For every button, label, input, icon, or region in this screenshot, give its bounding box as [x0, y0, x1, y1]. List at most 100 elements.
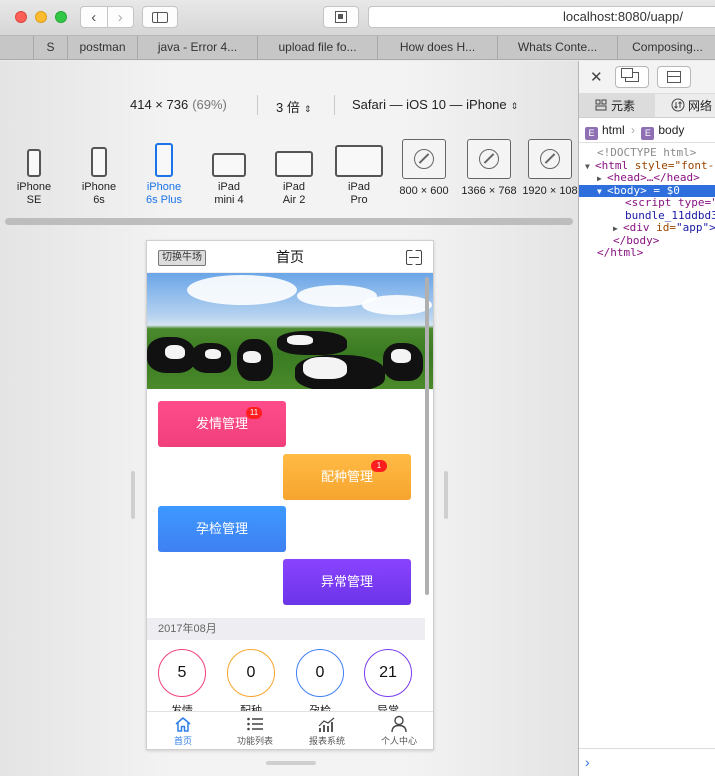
- back-button[interactable]: ‹: [81, 7, 107, 27]
- forward-button[interactable]: ›: [106, 7, 134, 27]
- resize-handle-bottom[interactable]: [266, 761, 316, 765]
- device-name: iPhone: [146, 181, 182, 193]
- breadcrumb-html[interactable]: html: [602, 123, 625, 137]
- module-label: 孕检管理: [195, 521, 248, 536]
- element-badge-icon: E: [641, 127, 655, 140]
- cow-patch: [287, 335, 313, 345]
- viewport-size-text: 414 × 736: [130, 97, 189, 112]
- browser-tab[interactable]: [0, 36, 34, 59]
- chevron-updown-icon: ⇕: [510, 101, 519, 111]
- responsive-icon: [335, 11, 347, 23]
- cow-patch: [205, 349, 221, 359]
- tablet-icon: [275, 151, 313, 177]
- scan-icon[interactable]: [406, 250, 422, 265]
- device-preset[interactable]: iPad mini 4: [199, 141, 259, 207]
- tab-elements[interactable]: 元素: [579, 94, 655, 117]
- device-preset[interactable]: 1366 × 768: [459, 139, 519, 198]
- device-preset[interactable]: 1920 × 108: [520, 139, 580, 198]
- banner-image: [147, 273, 433, 389]
- device-preset[interactable]: iPad Air 2: [264, 141, 324, 207]
- div-val: "app">: [676, 221, 715, 234]
- stat-circle-abnormal[interactable]: 21: [364, 649, 412, 697]
- compass-icon: [402, 139, 446, 179]
- page-scrollbar[interactable]: [425, 277, 429, 595]
- browser-tab[interactable]: Whats Conte...: [498, 36, 618, 59]
- html-tag: <html: [595, 158, 629, 172]
- browser-tab[interactable]: java - Error 4...: [138, 36, 258, 59]
- device-name: iPad: [217, 181, 241, 193]
- user-icon: [363, 714, 433, 734]
- horizontal-scrollbar[interactable]: [5, 218, 573, 225]
- device-model: 6s: [93, 194, 105, 206]
- nav-function-list[interactable]: 功能列表: [219, 712, 291, 749]
- console-prompt[interactable]: ›: [579, 748, 715, 776]
- nav-profile[interactable]: 个人中心: [363, 712, 433, 749]
- device-preset[interactable]: iPhone SE: [4, 141, 64, 207]
- abnormal-management-button[interactable]: 异常管理: [283, 559, 411, 605]
- cloud-shape: [187, 275, 297, 305]
- chevron-updown-icon: ⇕: [303, 104, 312, 114]
- viewport-size[interactable]: 414 × 736 (69%): [130, 97, 227, 112]
- device-info-bar: 414 × 736 (69%) 3 倍 ⇕ Safari — iOS 10 — iP…: [0, 95, 578, 117]
- nav-reports[interactable]: 报表系统: [291, 712, 363, 749]
- device-preset[interactable]: iPad Pro: [329, 141, 389, 207]
- sidebar-toggle-button[interactable]: [142, 6, 178, 28]
- resize-handle-right[interactable]: [444, 471, 448, 519]
- tab-network-label: 网络: [688, 99, 713, 113]
- device-preset[interactable]: iPhone 6s Plus: [134, 141, 194, 207]
- address-bar[interactable]: localhost:8080/uapp/: [368, 6, 715, 28]
- device-list: iPhone SE iPhone 6s iPhone 6s Plus iPad mini 4i…: [0, 139, 580, 211]
- element-badge-icon: E: [585, 127, 598, 140]
- page-title: 首页: [276, 249, 304, 265]
- dom-tree: <!DOCTYPE html> ▼ <html style="font- ▶ <he…: [579, 143, 715, 260]
- close-window-button[interactable]: [15, 11, 27, 23]
- stat-circle-breeding[interactable]: 0: [227, 649, 275, 697]
- script-tag: <script type=": [625, 196, 715, 209]
- resize-handle-left[interactable]: [131, 471, 135, 519]
- breeding-management-button[interactable]: 配种管理 1: [283, 454, 411, 500]
- estrus-management-button[interactable]: 发情管理 11: [158, 401, 286, 447]
- device-preset[interactable]: iPhone 6s: [69, 141, 129, 207]
- cow-patch: [391, 349, 411, 363]
- chevron-right-icon: ›: [117, 8, 123, 26]
- app-bottom-nav: 首页 功能列表 报表系统 个人中心: [147, 711, 433, 749]
- device-model: mini 4: [214, 194, 244, 206]
- dock-bottom-button[interactable]: [657, 66, 691, 88]
- breadcrumb-separator-icon: ›: [631, 123, 636, 137]
- browser-tab[interactable]: postman: [68, 36, 138, 59]
- zoom-window-button[interactable]: [55, 11, 67, 23]
- device-preset[interactable]: 800 × 600: [394, 139, 454, 198]
- history-nav: ‹ ›: [80, 6, 134, 28]
- tab-network[interactable]: 网络: [671, 94, 713, 117]
- user-agent-select[interactable]: Safari — iOS 10 — iPhone ⇕: [352, 97, 518, 112]
- detach-inspector-button[interactable]: [615, 66, 649, 88]
- stat-circle-estrus[interactable]: 5: [158, 649, 206, 697]
- nav-label: 报表系统: [308, 736, 345, 746]
- stat-circle-pregnancy[interactable]: 0: [296, 649, 344, 697]
- url-text: localhost:8080/uapp/: [563, 9, 683, 24]
- minimize-window-button[interactable]: [35, 11, 47, 23]
- stat-value: 0: [315, 664, 325, 681]
- nav-label: 首页: [173, 736, 192, 746]
- nav-home[interactable]: 首页: [147, 712, 219, 749]
- nav-label: 功能列表: [236, 736, 273, 746]
- browser-tab[interactable]: How does H...: [378, 36, 498, 59]
- pixel-ratio-value: 3 倍: [276, 100, 300, 115]
- chart-icon: [291, 714, 363, 734]
- browser-tab[interactable]: S: [34, 36, 68, 59]
- device-model: SE: [26, 194, 42, 206]
- inspector-toolbar: ✕: [579, 61, 715, 94]
- pixel-ratio-select[interactable]: 3 倍 ⇕: [276, 97, 311, 116]
- device-viewport: 切换牛场 首页 发情管理11 配种管理1 孕检管理 异常管理 2017年08: [146, 240, 434, 750]
- browser-tab[interactable]: Composing...: [618, 36, 715, 59]
- breadcrumb-body[interactable]: body: [658, 123, 684, 137]
- close-icon[interactable]: ✕: [590, 68, 603, 86]
- chevron-left-icon: ‹: [91, 8, 97, 26]
- cow-patch: [303, 357, 347, 379]
- pregnancy-check-button[interactable]: 孕检管理: [158, 506, 286, 552]
- responsive-mode-button[interactable]: [323, 6, 359, 28]
- dom-node-html-close[interactable]: </html>: [579, 246, 715, 260]
- browser-tab[interactable]: upload file fo...: [258, 36, 378, 59]
- body-tag: <body>: [607, 183, 647, 197]
- zoom-percent: (69%): [192, 97, 227, 112]
